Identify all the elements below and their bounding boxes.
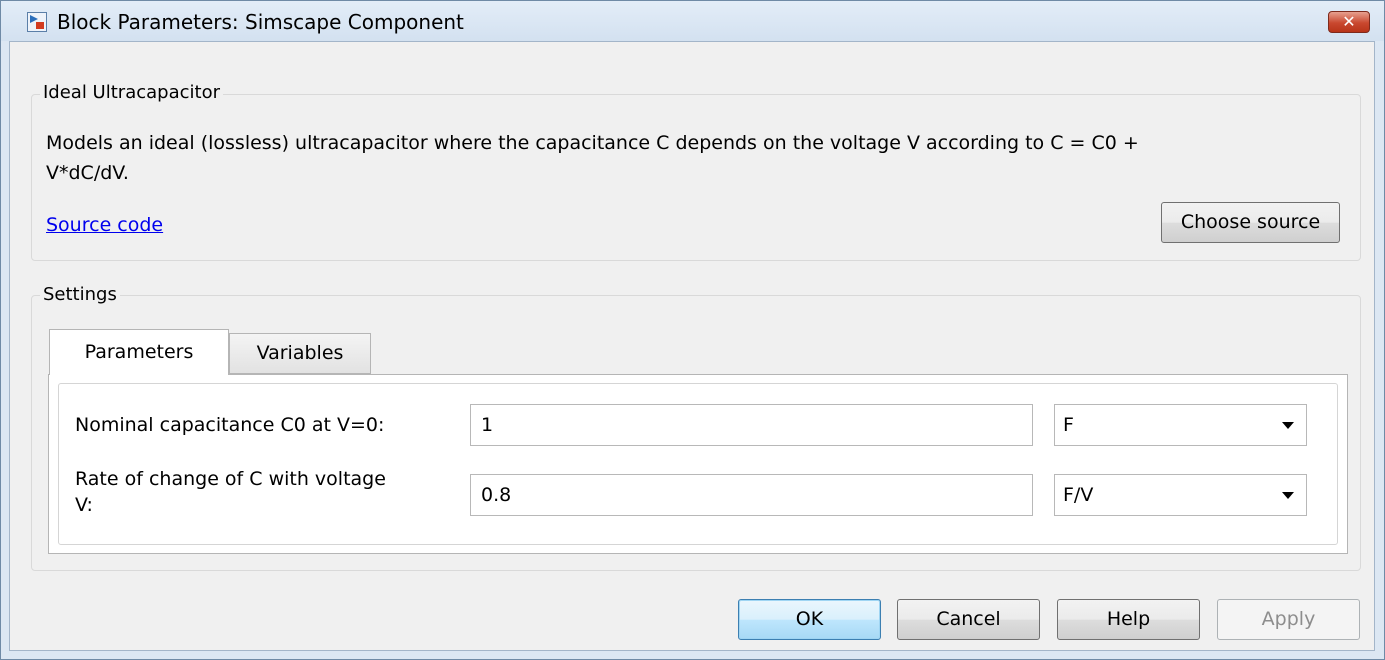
tab-variables[interactable]: Variables (229, 333, 371, 374)
close-icon: ✕ (1342, 12, 1356, 31)
cancel-button[interactable]: Cancel (897, 599, 1040, 640)
rate-of-change-unit-value: F/V (1063, 484, 1094, 506)
ok-button[interactable]: OK (738, 599, 881, 640)
component-group-title: Ideal Ultracapacitor (40, 82, 223, 104)
parameters-box: Nominal capacitance C0 at V=0: 1 F Rate … (58, 383, 1338, 545)
rate-of-change-unit-select[interactable]: F/V (1054, 474, 1307, 516)
description-line-1: Models an ideal (lossless) ultracapacito… (46, 132, 1139, 154)
description-line-2: V*dC/dV. (46, 162, 129, 184)
choose-source-button[interactable]: Choose source (1161, 202, 1340, 243)
rate-of-change-label: Rate of change of C with voltage V: (75, 468, 386, 516)
chevron-down-icon (1282, 492, 1294, 499)
component-description: Models an ideal (lossless) ultracapacito… (46, 128, 1356, 188)
help-button[interactable]: Help (1057, 599, 1200, 640)
close-button[interactable]: ✕ (1328, 11, 1370, 33)
chevron-down-icon (1282, 422, 1294, 429)
nominal-capacitance-label: Nominal capacitance C0 at V=0: (75, 414, 385, 436)
rate-of-change-input[interactable]: 0.8 (470, 474, 1033, 516)
nominal-capacitance-unit-value: F (1063, 414, 1074, 436)
tab-parameters[interactable]: Parameters (49, 329, 229, 375)
nominal-capacitance-unit-select[interactable]: F (1054, 404, 1307, 446)
nominal-capacitance-input[interactable]: 1 (470, 404, 1033, 446)
window-title: Block Parameters: Simscape Component (57, 10, 464, 34)
title-bar[interactable]: Block Parameters: Simscape Component ✕ (1, 1, 1384, 41)
source-code-link[interactable]: Source code (46, 213, 163, 237)
dialog-window: Block Parameters: Simscape Component ✕ I… (0, 0, 1385, 660)
dialog-body: Ideal Ultracapacitor Models an ideal (lo… (9, 41, 1375, 651)
settings-group-title: Settings (40, 284, 120, 306)
parameters-panel: Nominal capacitance C0 at V=0: 1 F Rate … (48, 374, 1348, 554)
simulink-block-icon (27, 12, 47, 32)
apply-button[interactable]: Apply (1217, 599, 1360, 640)
